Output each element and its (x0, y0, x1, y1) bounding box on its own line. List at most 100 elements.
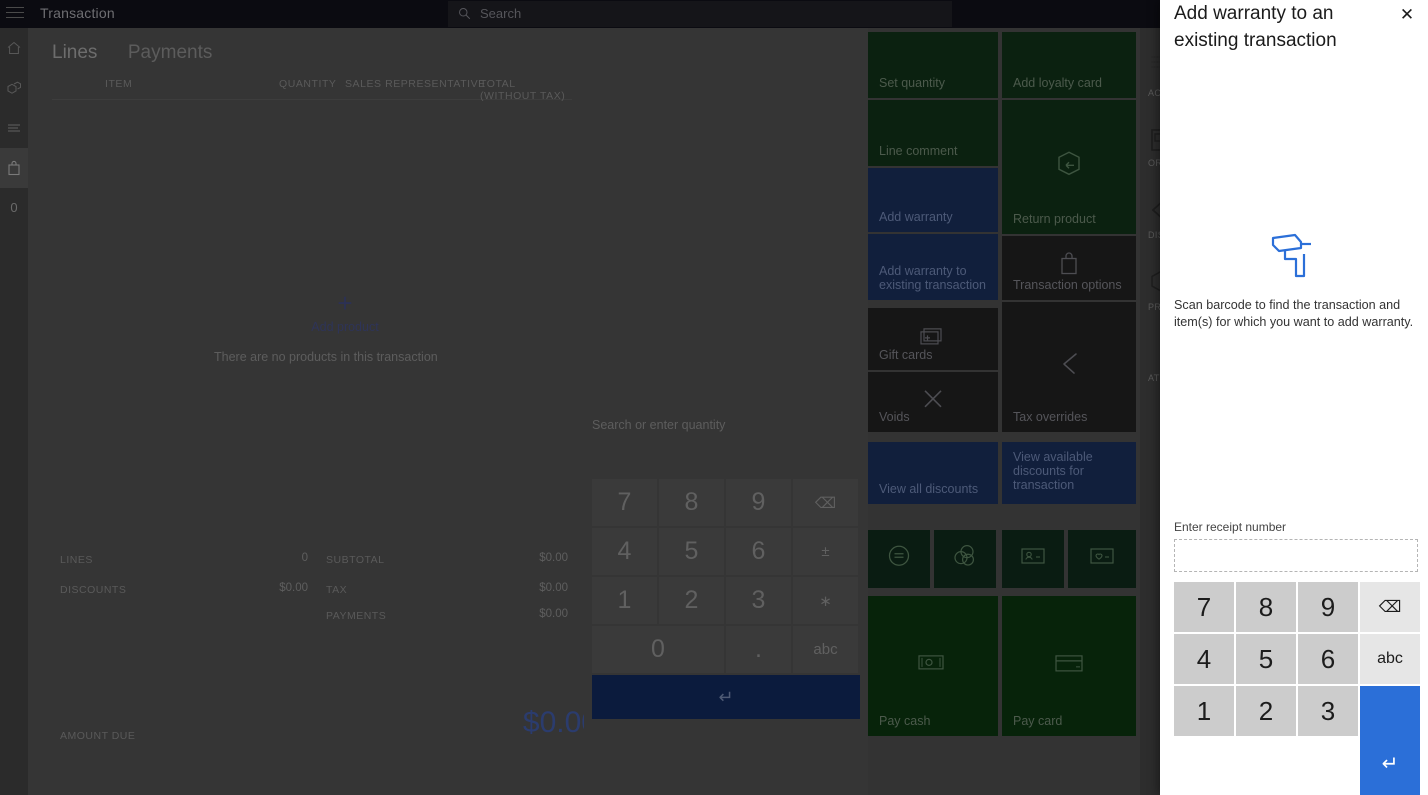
tile-pay-card[interactable]: Pay card (1002, 596, 1136, 736)
lines-value: 0 (301, 552, 308, 564)
tile-view-available-discounts[interactable]: View available discounts for transaction (1002, 442, 1136, 504)
numpad-key-abc[interactable]: abc (793, 626, 858, 673)
tile-voids[interactable]: Voids (868, 372, 998, 432)
dialog-instruction: Scan barcode to find the transaction and… (1174, 298, 1414, 329)
column-header-item: ITEM (105, 78, 133, 90)
tile-currency[interactable] (934, 530, 996, 588)
close-icon[interactable]: ✕ (1394, 3, 1420, 27)
sidebar-item-home[interactable] (0, 28, 28, 68)
loyalty-card-icon (1088, 545, 1116, 570)
dialog-numpad-key-6[interactable]: 6 (1298, 634, 1358, 684)
lines-label: LINES (60, 554, 93, 566)
dialog-numpad-key-3[interactable]: 3 (1298, 686, 1358, 736)
numpad-key-0[interactable]: 0 (592, 626, 724, 673)
dialog-numpad: 7 8 9 ⌫ 4 5 6 abc 1 2 3 ↵ 0 . (1174, 582, 1422, 795)
tile-line-comment[interactable]: Line comment (868, 100, 998, 166)
receipt-number-input[interactable] (1174, 539, 1418, 572)
sidebar-transaction-count: 0 (0, 188, 28, 228)
tax-value: $0.00 (539, 582, 568, 594)
tab-payments[interactable]: Payments (128, 42, 212, 64)
shopping-bag-icon (8, 160, 20, 176)
sidebar-item-current-transaction[interactable] (0, 148, 28, 188)
tile-add-loyalty-card[interactable]: Add loyalty card (1002, 32, 1136, 98)
tax-label: TAX (326, 584, 348, 596)
dialog-numpad-key-8[interactable]: 8 (1236, 582, 1296, 632)
dialog-numpad-key-9[interactable]: 9 (1298, 582, 1358, 632)
receipt-number-label: Enter receipt number (1174, 520, 1287, 534)
dialog-enter-button[interactable]: ↵ (1360, 686, 1420, 795)
numpad-key-7[interactable]: 7 (592, 479, 657, 526)
numpad-key-4[interactable]: 4 (592, 528, 657, 575)
undo-icon (1050, 344, 1088, 385)
numpad-key-plusminus[interactable]: ± (793, 528, 858, 575)
numpad-key-5[interactable]: 5 (659, 528, 724, 575)
column-header-quantity: QUANTITY (279, 78, 337, 90)
tile-label: Add warranty (879, 210, 953, 224)
left-nav-rail: 0 (0, 28, 28, 795)
empty-transaction-message: There are no products in this transactio… (214, 350, 438, 364)
return-box-icon (1052, 146, 1086, 183)
tile-label: Gift cards (879, 348, 933, 362)
tab-lines[interactable]: Lines (52, 42, 97, 64)
tile-label: View available discounts for transaction (1013, 450, 1093, 492)
transaction-count-value: 0 (10, 200, 18, 215)
tile-label: Return product (1013, 212, 1096, 226)
dialog-numpad-key-2[interactable]: 2 (1236, 686, 1296, 736)
tile-price-check[interactable] (868, 530, 930, 588)
sidebar-item-products[interactable] (0, 68, 28, 108)
numpad-key-6[interactable]: 6 (726, 528, 791, 575)
tile-tax-overrides[interactable]: Tax overrides (1002, 302, 1136, 432)
dialog-numpad-key-5[interactable]: 5 (1236, 634, 1296, 684)
tile-add-warranty-existing-transaction[interactable]: Add warranty to existing transaction (868, 234, 998, 300)
numpad-key-decimal[interactable]: . (726, 626, 791, 673)
search-placeholder: Search (480, 6, 522, 21)
numpad-panel: Search or enter quantity 7 8 9 ⌫ 4 5 6 ±… (584, 28, 868, 795)
dialog-title: Add warranty to an existing transaction (1174, 3, 1337, 51)
search-input[interactable]: Search (448, 1, 952, 27)
dialog-numpad-key-7[interactable]: 7 (1174, 582, 1234, 632)
tile-label: Tax overrides (1013, 410, 1088, 424)
add-product-button[interactable]: + Add product (280, 290, 410, 334)
tile-add-warranty[interactable]: Add warranty (868, 168, 998, 232)
sidebar-item-lines[interactable] (0, 108, 28, 148)
numpad-key-2[interactable]: 2 (659, 577, 724, 624)
numpad-key-3[interactable]: 3 (726, 577, 791, 624)
screen: Transaction Search 0 Lines Payments ITEM… (0, 0, 1428, 795)
tile-pay-cash[interactable]: Pay cash (868, 596, 998, 736)
backspace-icon[interactable]: ⌫ (793, 479, 858, 526)
tile-label: Pay card (1013, 714, 1063, 728)
column-header-total: TOTAL (WITHOUT TAX) (480, 78, 566, 102)
subtotal-value: $0.00 (539, 552, 568, 564)
tile-customer-card[interactable] (1002, 530, 1064, 588)
hamburger-icon[interactable] (6, 7, 24, 21)
dialog-numpad-key-4[interactable]: 4 (1174, 634, 1234, 684)
barcode-scanner-icon (1160, 232, 1428, 285)
tile-label: View all discounts (879, 482, 979, 496)
tile-label: Set quantity (879, 76, 946, 90)
tile-gift-cards[interactable]: Gift cards (868, 308, 998, 370)
numpad-key-8[interactable]: 8 (659, 479, 724, 526)
tile-loyalty-card[interactable] (1068, 530, 1136, 588)
numpad-key-asterisk[interactable]: ∗ (793, 577, 858, 624)
discounts-value: $0.00 (279, 582, 308, 594)
payments-label: PAYMENTS (326, 610, 387, 622)
dialog-backspace-icon[interactable]: ⌫ (1360, 582, 1420, 632)
cash-icon (916, 651, 950, 678)
discounts-label: DISCOUNTS (60, 584, 127, 596)
amount-due-value: $0.00 (522, 706, 598, 739)
main-numpad: 7 8 9 ⌫ 4 5 6 ± 1 2 3 ∗ 0 . abc ↵ (592, 479, 860, 719)
tile-transaction-options[interactable]: Transaction options (1002, 236, 1136, 300)
numpad-key-9[interactable]: 9 (726, 479, 791, 526)
tile-view-all-discounts[interactable]: View all discounts (868, 442, 998, 504)
tile-set-quantity[interactable]: Set quantity (868, 32, 998, 98)
quantity-search-label: Search or enter quantity (592, 418, 726, 432)
subtotal-label: SUBTOTAL (326, 554, 385, 566)
dialog-numpad-key-abc[interactable]: abc (1360, 634, 1420, 684)
add-warranty-dialog: Add warranty to an existing transaction … (1160, 0, 1428, 795)
tile-label: Add warranty to existing transaction (879, 264, 987, 292)
numpad-enter-button[interactable]: ↵ (592, 675, 860, 719)
dialog-numpad-key-1[interactable]: 1 (1174, 686, 1234, 736)
tile-return-product[interactable]: Return product (1002, 100, 1136, 234)
equals-circle-icon (886, 543, 912, 572)
numpad-key-1[interactable]: 1 (592, 577, 657, 624)
